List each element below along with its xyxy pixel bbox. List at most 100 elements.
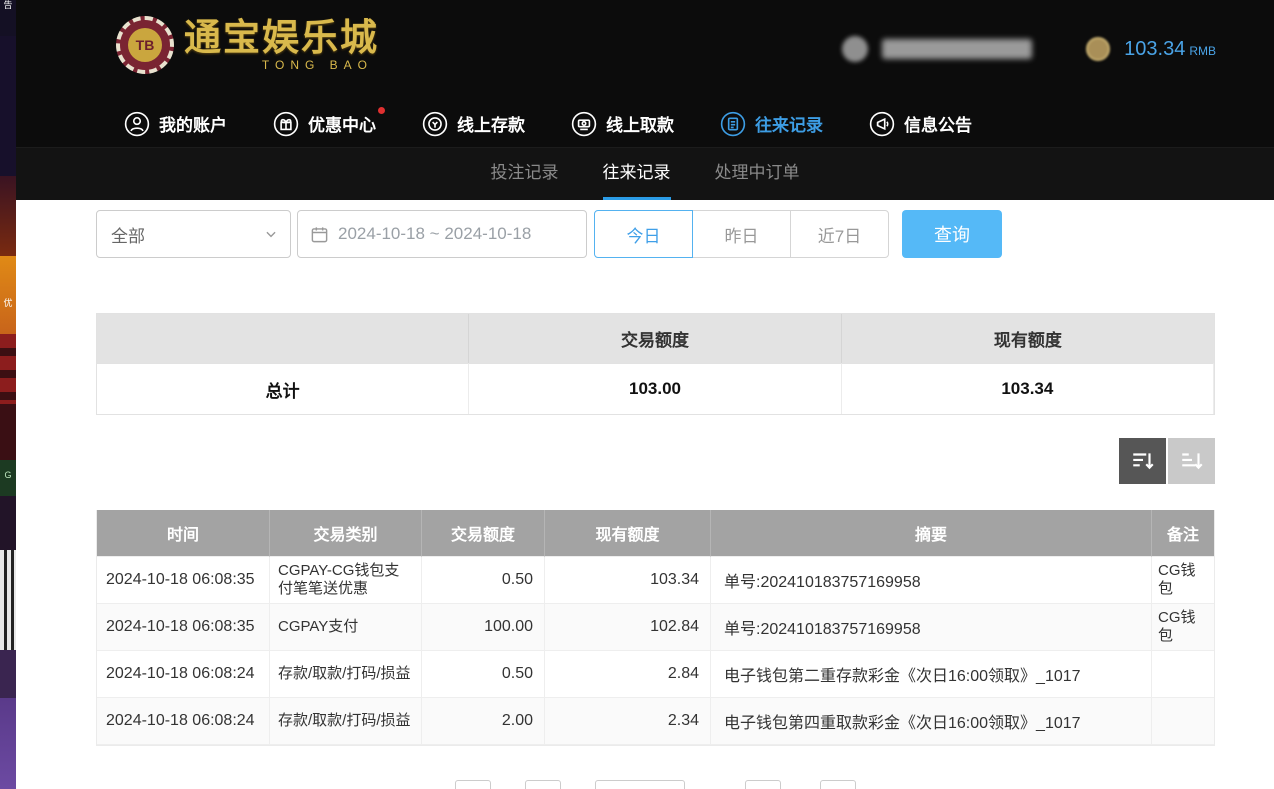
cell-summary: 电子钱包第四重取款彩金《次日16:00领取》_1017 bbox=[711, 698, 1152, 745]
cell-remark: CG钱包 bbox=[1152, 604, 1214, 651]
pagination-button[interactable] bbox=[455, 780, 491, 789]
pagination-button[interactable] bbox=[525, 780, 561, 789]
poker-chip-icon: TB bbox=[116, 16, 174, 74]
sort-descending-button[interactable] bbox=[1119, 438, 1166, 484]
top-header: TB 通宝娱乐城 TONG BAO 103.34 RMB bbox=[16, 0, 1274, 100]
summary-transaction-total: 103.00 bbox=[469, 363, 841, 414]
cell-type: 存款/取款/打码/损益 bbox=[270, 698, 422, 745]
cell-summary: 单号:202410183757169958 bbox=[711, 604, 1152, 651]
pagination-button[interactable] bbox=[820, 780, 856, 789]
strip-segment bbox=[0, 650, 16, 698]
strip-segment bbox=[0, 496, 16, 550]
summary-table: 交易额度 现有额度 总计 103.00 103.34 bbox=[96, 313, 1215, 415]
cell-type: 存款/取款/打码/损益 bbox=[270, 651, 422, 698]
cell-amount: 0.50 bbox=[422, 557, 545, 604]
deposit-coin-icon bbox=[422, 111, 448, 137]
balance-currency: RMB bbox=[1189, 44, 1216, 58]
content-area: 全部 2024-10-18 ~ 2024-10-18 今日 昨日 近7日 查询 bbox=[16, 200, 1274, 789]
user-icon bbox=[124, 111, 150, 137]
pagination-page-indicator[interactable] bbox=[595, 780, 685, 789]
quick-btn-last7days[interactable]: 近7日 bbox=[790, 210, 889, 258]
cell-balance: 103.34 bbox=[545, 557, 711, 604]
nav-label: 我的账户 bbox=[159, 111, 227, 136]
cell-balance: 2.34 bbox=[545, 698, 711, 745]
record-subtabs: 投注记录 往来记录 处理中订单 bbox=[16, 148, 1274, 200]
cell-remark: CG钱包 bbox=[1152, 557, 1214, 604]
summary-total-row: 总计 103.00 103.34 bbox=[97, 363, 1214, 414]
header-remark: 备注 bbox=[1152, 510, 1214, 557]
chip-monogram: TB bbox=[128, 28, 162, 62]
logo-name-en: TONG BAO bbox=[262, 58, 373, 72]
cell-time: 2024-10-18 06:08:24 bbox=[97, 698, 270, 745]
cell-amount: 2.00 bbox=[422, 698, 545, 745]
records-icon bbox=[720, 111, 746, 137]
account-balance: 103.34 RMB bbox=[1124, 38, 1216, 61]
user-avatar bbox=[842, 36, 868, 62]
strip-segment bbox=[0, 334, 16, 404]
strip-segment: 优 bbox=[0, 256, 16, 334]
calendar-icon bbox=[310, 225, 329, 244]
strip-segment: 告 bbox=[0, 0, 16, 36]
quick-btn-today[interactable]: 今日 bbox=[594, 210, 693, 258]
cell-remark bbox=[1152, 651, 1214, 698]
summary-header-empty bbox=[97, 314, 469, 363]
site-window: TB 通宝娱乐城 TONG BAO 103.34 RMB 我的账户 bbox=[16, 0, 1274, 789]
cell-summary: 单号:202410183757169958 bbox=[711, 557, 1152, 604]
sort-ascending-icon bbox=[1179, 448, 1205, 474]
nav-item-online-deposit[interactable]: 线上存款 bbox=[422, 111, 525, 137]
announcement-icon bbox=[869, 111, 895, 137]
screen: 告 优 G TB 通宝娱乐城 TONG BAO bbox=[0, 0, 1274, 789]
logo-name-cn: 通宝娱乐城 bbox=[184, 18, 379, 58]
nav-item-my-account[interactable]: 我的账户 bbox=[124, 111, 227, 137]
tab-processing-orders[interactable]: 处理中订单 bbox=[715, 148, 800, 200]
table-header-row: 时间 交易类别 交易额度 现有额度 摘要 备注 bbox=[97, 510, 1214, 557]
tab-transaction-records[interactable]: 往来记录 bbox=[603, 148, 671, 200]
nav-item-announcements[interactable]: 信息公告 bbox=[869, 111, 972, 137]
nav-label: 信息公告 bbox=[904, 111, 972, 136]
summary-header-row: 交易额度 现有额度 bbox=[97, 314, 1214, 363]
strip-char-2: G bbox=[4, 470, 11, 480]
cell-type: CGPAY支付 bbox=[270, 604, 422, 651]
strip-char: 优 bbox=[3, 298, 12, 308]
strip-tiny-text: 告 bbox=[0, 0, 16, 10]
username-censored bbox=[882, 39, 1032, 59]
date-range-value: 2024-10-18 ~ 2024-10-18 bbox=[338, 224, 531, 244]
header-type: 交易类别 bbox=[270, 510, 422, 557]
cell-time: 2024-10-18 06:08:35 bbox=[97, 557, 270, 604]
summary-header-balance: 现有额度 bbox=[842, 314, 1214, 363]
table-row: 2024-10-18 06:08:35 CGPAY支付 100.00 102.8… bbox=[97, 604, 1214, 651]
pagination-button[interactable] bbox=[745, 780, 781, 789]
table-row: 2024-10-18 06:08:24 存款/取款/打码/损益 2.00 2.3… bbox=[97, 698, 1214, 745]
nav-item-transaction-records[interactable]: 往来记录 bbox=[720, 111, 823, 137]
table-row: 2024-10-18 06:08:24 存款/取款/打码/损益 0.50 2.8… bbox=[97, 651, 1214, 698]
strip-segment: G bbox=[0, 460, 16, 496]
main-navigation: 我的账户 优惠中心 线上存款 线上取款 往来记录 信息公告 bbox=[16, 100, 1274, 148]
strip-qr-fragment bbox=[0, 550, 16, 650]
site-logo[interactable]: TB 通宝娱乐城 TONG BAO bbox=[116, 16, 379, 74]
transaction-type-select[interactable]: 全部 bbox=[96, 210, 291, 258]
nav-item-online-withdrawal[interactable]: 线上取款 bbox=[571, 111, 674, 137]
tab-betting-records[interactable]: 投注记录 bbox=[491, 148, 559, 200]
filter-row: 全部 2024-10-18 ~ 2024-10-18 今日 昨日 近7日 查询 bbox=[96, 210, 1002, 258]
nav-item-promotions[interactable]: 优惠中心 bbox=[273, 111, 376, 137]
summary-total-label: 总计 bbox=[97, 363, 469, 414]
search-button[interactable]: 查询 bbox=[902, 210, 1002, 258]
header-balance: 现有额度 bbox=[545, 510, 711, 557]
user-area: 103.34 RMB bbox=[842, 36, 1216, 62]
summary-header-transaction: 交易额度 bbox=[469, 314, 841, 363]
sort-descending-icon bbox=[1130, 448, 1156, 474]
quick-btn-yesterday[interactable]: 昨日 bbox=[692, 210, 791, 258]
header-time: 时间 bbox=[97, 510, 270, 557]
nav-label: 线上取款 bbox=[606, 111, 674, 136]
background-window-strip: 告 优 G bbox=[0, 0, 16, 789]
notification-dot bbox=[378, 107, 385, 114]
strip-segment bbox=[0, 36, 16, 176]
withdraw-icon bbox=[571, 111, 597, 137]
balance-amount: 103.34 bbox=[1124, 38, 1185, 60]
transactions-table: 时间 交易类别 交易额度 现有额度 摘要 备注 2024-10-18 06:08… bbox=[96, 510, 1215, 746]
strip-segment bbox=[0, 176, 16, 256]
sort-ascending-button[interactable] bbox=[1168, 438, 1215, 484]
coin-icon bbox=[1086, 37, 1110, 61]
cell-remark bbox=[1152, 698, 1214, 745]
date-range-input[interactable]: 2024-10-18 ~ 2024-10-18 bbox=[297, 210, 587, 258]
